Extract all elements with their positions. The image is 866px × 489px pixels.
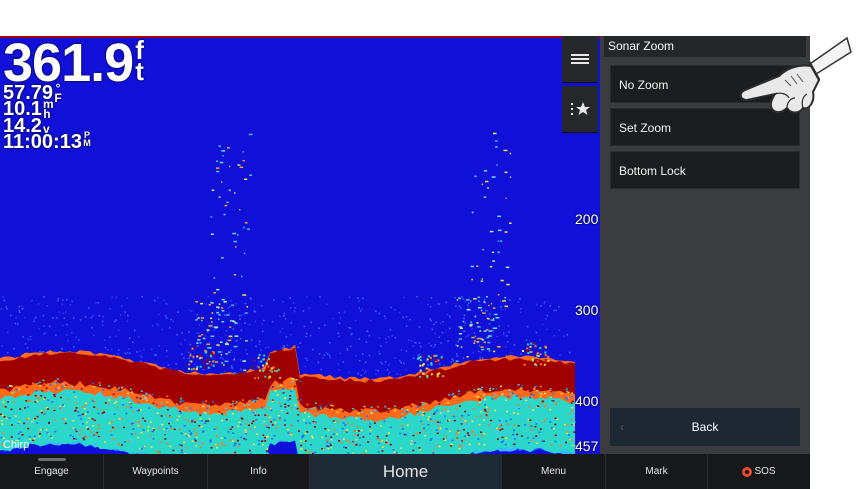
depth-scale-label: 200: [575, 211, 599, 227]
tab-label: Menu: [540, 466, 566, 477]
back-label: Back: [691, 420, 719, 434]
pointing-hand-icon: [739, 36, 852, 114]
back-button[interactable]: ‹ Back: [610, 408, 800, 446]
sonar-view[interactable]: 361.9ft 57.79 °F 10.1mh 14.2v 11:00:13 PM …: [0, 36, 600, 454]
time-readout: 11:00:13 PM: [3, 130, 91, 153]
temperature-unit: °F: [54, 81, 62, 106]
tab-label: Mark: [645, 466, 668, 477]
menu-button[interactable]: [562, 36, 598, 83]
time-value: 11:00:13: [3, 131, 82, 153]
bottom-nav-bar: Engage Waypoints Info Home Menu Mark SOS: [0, 454, 810, 489]
chevron-left-icon: ‹: [620, 420, 624, 434]
depth-scale-label: 300: [575, 302, 599, 318]
tab-waypoints[interactable]: Waypoints: [104, 454, 208, 489]
sonar-echogram: [0, 36, 600, 454]
depth-unit-text: ft: [135, 36, 144, 86]
time-unit: PM: [83, 130, 91, 148]
drag-handle[interactable]: [38, 458, 66, 461]
sonar-mode-label: Chirp: [3, 439, 30, 451]
tab-label: Home: [382, 461, 429, 481]
hamburger-icon: [571, 54, 589, 64]
depth-scale-label: 400: [575, 393, 599, 409]
tab-label: Waypoints: [132, 466, 179, 477]
tab-menu[interactable]: Menu: [502, 454, 606, 489]
depth-unit: ft: [134, 36, 144, 86]
lifebuoy-icon: [742, 466, 753, 477]
tab-engage[interactable]: Engage: [0, 454, 104, 489]
list-star-icon: [571, 102, 590, 115]
depth-scale-label: 457: [575, 438, 599, 454]
tab-label: Info: [250, 466, 267, 477]
tab-mark[interactable]: Mark: [606, 454, 708, 489]
tab-home[interactable]: Home: [310, 454, 502, 489]
chartplotter-screen: 361.9ft 57.79 °F 10.1mh 14.2v 11:00:13 PM …: [0, 36, 810, 489]
tab-label: SOS: [754, 466, 776, 477]
tab-info[interactable]: Info: [208, 454, 310, 489]
tab-sos[interactable]: SOS: [708, 454, 810, 489]
favorites-button[interactable]: [562, 86, 598, 133]
bottom-lock-button[interactable]: Bottom Lock: [610, 151, 800, 189]
tab-label: Engage: [34, 466, 69, 477]
